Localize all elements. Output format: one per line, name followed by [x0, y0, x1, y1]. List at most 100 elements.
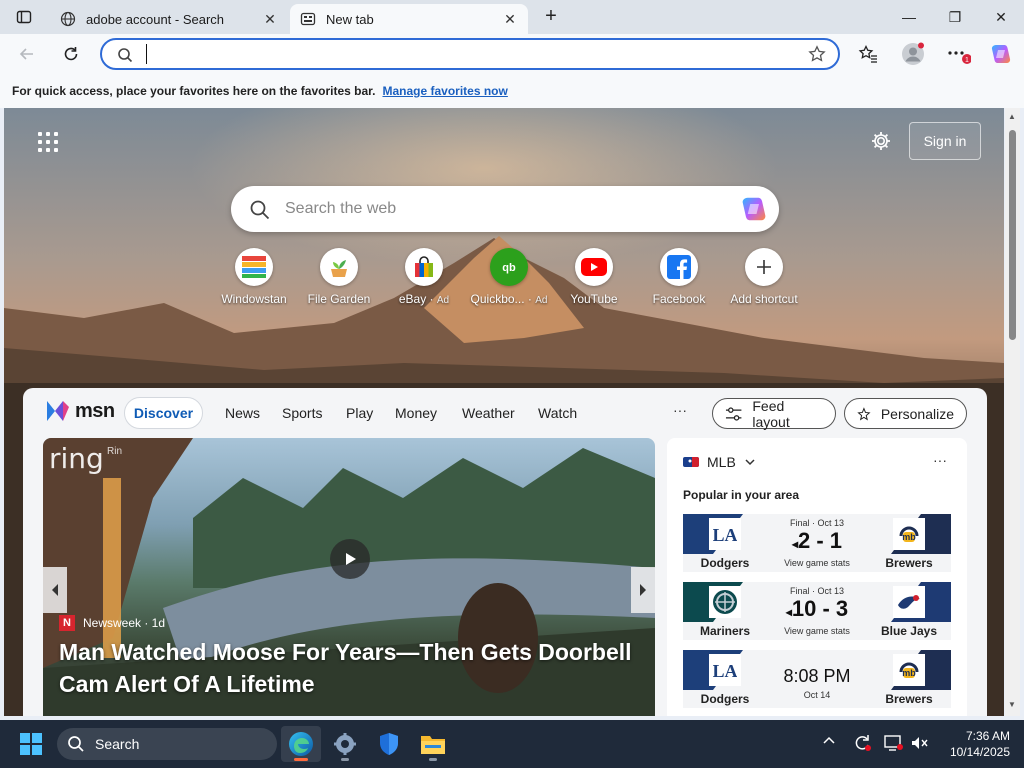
tray-sync[interactable] — [852, 734, 872, 755]
sign-in-button[interactable]: Sign in — [909, 122, 981, 160]
minimize-button[interactable]: — — [886, 0, 932, 34]
shortcut-label: YouTube — [570, 292, 618, 306]
taskbar-search-label: Search — [95, 736, 140, 752]
shortcut-youtube[interactable]: YouTube — [552, 248, 636, 306]
sports-more-button[interactable]: ··· — [933, 452, 947, 468]
taskbar-clock[interactable]: 7:36 AM 10/14/2025 — [930, 728, 1010, 760]
refresh-button[interactable] — [56, 40, 86, 68]
sparkle-star-icon — [857, 406, 871, 420]
shortcut-ebay[interactable]: eBay · Ad — [382, 248, 466, 306]
favorites-bar-message: For quick access, place your favorites h… — [12, 84, 376, 98]
scroll-up-icon[interactable]: ▲ — [1008, 112, 1016, 121]
tab-actions-icon — [16, 10, 32, 24]
taskbar-file-explorer[interactable] — [413, 726, 453, 762]
home-team: Dodgers — [700, 556, 750, 570]
ring-watermark-sub: Rin — [107, 446, 123, 457]
tab-title: New tab — [326, 11, 374, 27]
svg-text:LA: LA — [713, 661, 737, 681]
nav-more-button[interactable]: ··· — [673, 402, 687, 418]
windowstan-icon — [242, 256, 266, 278]
feed-layout-label: Feed layout — [752, 397, 790, 430]
tab-close-button[interactable]: ✕ — [502, 11, 518, 28]
feed-layout-button[interactable]: Feed layout — [712, 397, 836, 430]
address-bar[interactable] — [100, 38, 840, 70]
story-headline[interactable]: Man Watched Moose For Years—Then Gets Do… — [59, 636, 649, 700]
game-stats-link[interactable]: View game stats — [767, 626, 867, 636]
maximize-button[interactable]: ❐ — [932, 0, 978, 34]
app-launcher-icon[interactable] — [38, 132, 58, 152]
gear-icon[interactable] — [870, 130, 892, 152]
game-score-item[interactable]: LA mb Final · Oct 13 ◂2 - 1 View game st… — [683, 514, 951, 572]
carousel-next-button[interactable] — [631, 567, 655, 613]
address-input[interactable] — [146, 44, 786, 64]
taskbar-search[interactable]: Search — [57, 728, 277, 760]
shortcut-label: eBay · Ad — [398, 292, 450, 306]
dodgers-logo-icon: LA — [709, 518, 741, 550]
tab-new-tab[interactable]: New tab ✕ — [290, 4, 528, 34]
hero-story-card[interactable]: ring Rin N Newsweek · 1d Man Watched Moo… — [43, 438, 655, 716]
game-time: 8:08 PM — [783, 666, 851, 686]
web-search-input[interactable] — [285, 198, 705, 220]
msn-butterfly-icon — [47, 401, 69, 421]
away-team: Brewers — [885, 692, 933, 706]
nav-sports[interactable]: Sports — [282, 405, 322, 421]
tab-actions-button[interactable] — [10, 6, 38, 28]
copilot-button[interactable] — [986, 40, 1016, 68]
tab-adobe-search[interactable]: adobe account - Search ✕ — [50, 4, 288, 34]
refresh-icon — [64, 47, 78, 61]
svg-text:1: 1 — [965, 57, 969, 64]
copilot-icon[interactable] — [739, 194, 769, 224]
web-search-box[interactable] — [231, 186, 779, 232]
new-tab-button[interactable]: + — [540, 6, 562, 28]
windows-start-icon[interactable] — [20, 733, 42, 755]
play-icon — [346, 553, 356, 565]
tab-close-button[interactable]: ✕ — [262, 11, 278, 28]
shortcut-add[interactable]: Add shortcut — [722, 248, 806, 306]
away-team: Brewers — [885, 556, 933, 570]
shortcut-quickbooks[interactable]: qb Quickbo... · Ad — [467, 248, 551, 306]
game-stats-link[interactable]: View game stats — [767, 558, 867, 568]
personalize-button[interactable]: Personalize — [844, 398, 967, 429]
profile-button[interactable] — [898, 40, 928, 68]
game-score-item[interactable]: LA mb 8:08 PM Oct 14 Dodgers Brewers — [683, 650, 951, 708]
svg-text:mb: mb — [902, 668, 916, 678]
tray-volume[interactable] — [910, 734, 928, 755]
personalize-label: Personalize — [880, 405, 954, 422]
blue-jays-logo-icon — [893, 586, 925, 618]
shortcut-windowstan[interactable]: Windowstan — [212, 248, 296, 306]
nav-discover[interactable]: Discover — [124, 397, 203, 429]
taskbar-defender[interactable] — [369, 726, 409, 762]
manage-favorites-link[interactable]: Manage favorites now — [382, 84, 507, 98]
msn-wordmark: msn — [75, 399, 115, 422]
newsweek-logo-icon: N — [59, 615, 75, 631]
nav-news[interactable]: News — [225, 405, 260, 421]
nav-watch[interactable]: Watch — [538, 405, 577, 421]
play-button[interactable] — [330, 539, 370, 579]
copilot-icon — [991, 45, 1011, 63]
nav-money[interactable]: Money — [395, 405, 437, 421]
msn-logo[interactable]: msn — [45, 399, 115, 423]
settings-more-button[interactable]: 1 — [943, 40, 973, 68]
shortcut-label: Facebook — [652, 292, 706, 306]
tray-network[interactable] — [884, 734, 904, 755]
favorite-star-icon[interactable] — [808, 45, 826, 63]
show-hidden-icons-button[interactable] — [822, 734, 836, 751]
close-window-button[interactable]: ✕ — [978, 0, 1024, 34]
nav-play[interactable]: Play — [346, 405, 373, 421]
page-scrollbar[interactable]: ▲ ▼ — [1005, 108, 1020, 716]
file-garden-icon — [331, 260, 347, 277]
scroll-down-icon[interactable]: ▼ — [1008, 700, 1016, 709]
search-icon — [250, 200, 270, 220]
taskbar-edge[interactable] — [281, 726, 321, 762]
scroll-thumb[interactable] — [1009, 130, 1016, 340]
carousel-prev-button[interactable] — [43, 567, 67, 613]
favorites-button[interactable] — [853, 40, 883, 68]
shortcut-file-garden[interactable]: File Garden — [297, 248, 381, 306]
game-score-item[interactable]: Final · Oct 13 ◂10 - 3 View game stats M… — [683, 582, 951, 640]
nav-weather[interactable]: Weather — [462, 405, 515, 421]
league-selector[interactable]: MLB — [683, 454, 756, 470]
game-score: ◂10 - 3 — [785, 596, 849, 621]
shortcut-facebook[interactable]: Facebook — [637, 248, 721, 306]
taskbar-settings[interactable] — [325, 726, 365, 762]
back-button[interactable] — [12, 40, 42, 68]
